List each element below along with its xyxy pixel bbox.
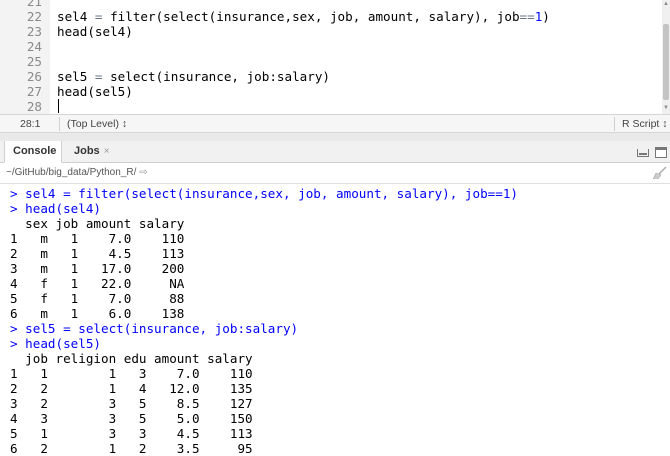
code-token: = [94, 9, 103, 24]
scope-selector[interactable]: (Top Level) ↕ [67, 118, 127, 130]
code-token: filter(select(insurance,sex, job, amount… [102, 9, 520, 24]
maximize-pane-icon[interactable] [655, 147, 667, 158]
editor-scrollbar[interactable]: ▲ ▼ [662, 0, 670, 114]
code-text: head(sel5) [57, 84, 133, 99]
code-token: head(sel5) [57, 84, 133, 99]
console-output-line: 4 3 3 5 5.0 150 [10, 411, 253, 426]
console-command-line: > sel4 = filter(select(insurance,sex, jo… [10, 186, 518, 201]
code-line[interactable]: 26 sel5 = select(insurance, job:salary) [0, 69, 662, 84]
clear-console-icon[interactable] [653, 167, 667, 179]
working-directory-bar: ~/GitHub/big_data/Python_R/⇨ [0, 163, 670, 184]
console-output[interactable]: > sel4 = filter(select(insurance,sex, jo… [0, 185, 670, 456]
pane-splitter[interactable] [0, 133, 670, 141]
console-output-line: 1 1 1 3 7.0 110 [10, 366, 253, 381]
code-token: = [94, 69, 103, 84]
tab-console[interactable]: Console [4, 141, 62, 163]
console-output-line: 2 2 1 4 12.0 135 [10, 381, 253, 396]
tab-console-label: Console [13, 145, 57, 157]
text-cursor [58, 99, 59, 113]
console-tab-bar: Console Jobs × [0, 141, 670, 163]
line-number: 23 [26, 24, 42, 39]
tab-jobs-label: Jobs [74, 145, 100, 157]
console-command-line: > sel5 = select(insurance, job:salary) [10, 321, 299, 336]
line-number: 26 [26, 69, 42, 84]
working-directory-label: ~/GitHub/big_data/Python_R/ [6, 167, 137, 178]
code-editor[interactable]: 21 22 sel4 = filter(select(insurance,sex, … [0, 0, 670, 114]
scroll-up-arrow-icon[interactable]: ▲ [663, 0, 669, 8]
code-token: sel4 [57, 9, 95, 24]
code-line[interactable]: 21 [0, 0, 662, 9]
status-divider [614, 117, 615, 131]
code-text: sel5 = select(insurance, job:salary) [57, 69, 330, 84]
console-output-line: 2 m 1 4.5 113 [10, 246, 185, 261]
working-directory-path[interactable]: ~/GitHub/big_data/Python_R/⇨ [6, 167, 148, 178]
console-output-line: 1 m 1 7.0 110 [10, 231, 185, 246]
console-output-line: 4 f 1 22.0 NA [10, 276, 185, 291]
file-type-selector[interactable]: R Script ↕ [622, 118, 668, 130]
console-output-line: 6 m 1 6.0 138 [10, 306, 185, 321]
line-number: 24 [26, 39, 42, 54]
editor-status-bar: 28:1 (Top Level) ↕ R Script ↕ [0, 114, 670, 133]
go-to-directory-icon[interactable]: ⇨ [139, 167, 147, 178]
code-token: select(insurance, job:salary) [102, 69, 330, 84]
line-number: 27 [26, 84, 42, 99]
line-number: 25 [26, 54, 42, 69]
code-line[interactable]: 27 head(sel5) [0, 84, 662, 99]
console-output-line: 3 2 3 5 8.5 127 [10, 396, 253, 411]
editor-scrollbar-thumb[interactable] [663, 24, 669, 100]
console-output-line: sex job amount salary [10, 216, 185, 231]
console-output-line: 3 m 1 17.0 200 [10, 261, 185, 276]
code-token: head(sel4) [57, 24, 133, 39]
console-output-line: job religion edu amount salary [10, 351, 253, 366]
console-command-line: > head(sel5) [10, 336, 101, 351]
line-number: 28 [26, 99, 42, 114]
console-command-line: > head(sel4) [10, 201, 101, 216]
code-line[interactable]: 23 head(sel4) [0, 24, 662, 39]
tab-jobs[interactable]: Jobs × [66, 141, 124, 163]
console-output-line: 5 1 3 3 4.5 113 [10, 426, 253, 441]
line-number: 21 [26, 0, 42, 9]
code-token: ) [542, 9, 550, 24]
code-token: sel5 [57, 69, 95, 84]
code-line[interactable]: 22 sel4 = filter(select(insurance,sex, jo… [0, 9, 662, 24]
scroll-down-arrow-icon[interactable]: ▼ [663, 104, 669, 112]
console-output-line: 5 f 1 7.0 88 [10, 291, 185, 306]
close-icon[interactable]: × [104, 146, 110, 157]
code-text: head(sel4) [57, 24, 133, 39]
code-line[interactable]: 24 [0, 39, 662, 54]
code-token: == [519, 9, 535, 24]
minimize-pane-icon[interactable] [637, 149, 649, 157]
cursor-position: 28:1 [20, 118, 41, 130]
code-line[interactable]: 28 [0, 99, 662, 114]
status-divider [59, 117, 60, 131]
code-line[interactable]: 25 [0, 54, 662, 69]
line-number: 22 [26, 9, 42, 24]
code-text: sel4 = filter(select(insurance,sex, job,… [57, 9, 550, 24]
console-output-line: 6 2 1 2 3.5 95 [10, 441, 253, 456]
